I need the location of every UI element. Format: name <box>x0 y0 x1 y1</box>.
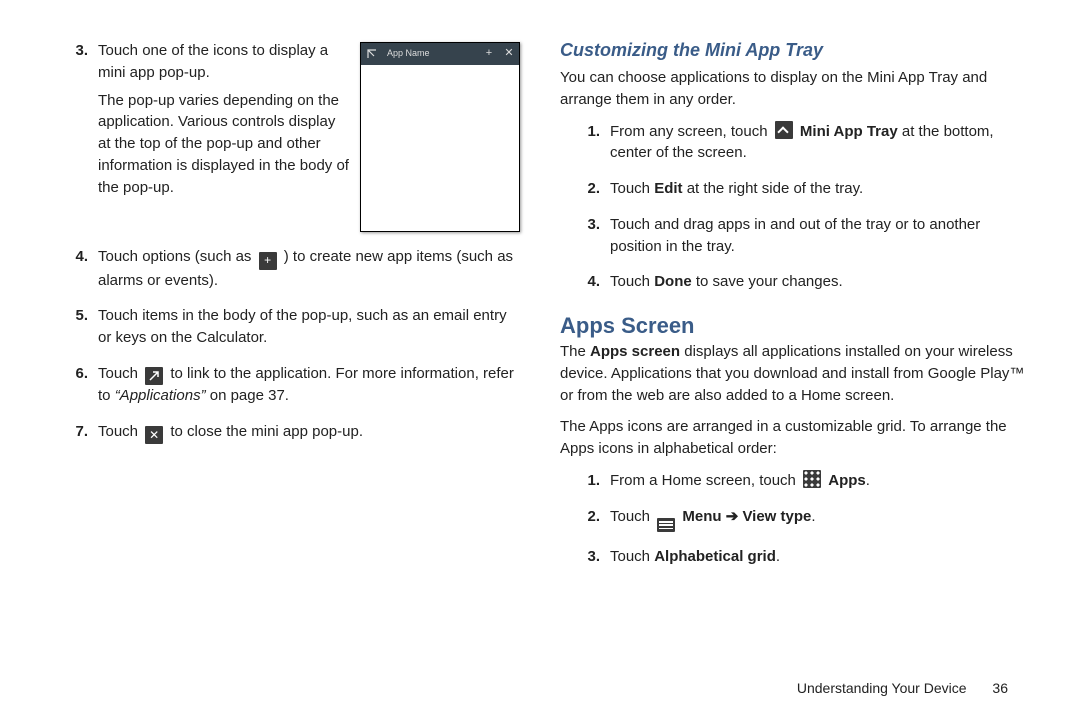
page: 3. App Name + ✕ Touch one of th <box>0 0 1080 720</box>
bold-text: Apps <box>828 472 866 489</box>
close-icon: ✕ <box>145 426 163 444</box>
apps-step-2: 2. Touch Menu ➔ View type. <box>560 506 1032 539</box>
text: at the right side of the tray. <box>687 180 863 197</box>
subheading-customizing: Customizing the Mini App Tray <box>560 40 1032 61</box>
text: From any screen, touch <box>610 123 772 140</box>
footer-section-name: Understanding Your Device <box>797 680 967 696</box>
step-3: 3. App Name + ✕ Touch one of th <box>48 40 520 238</box>
bold-text: Apps screen <box>590 343 680 360</box>
cust-step-4: 4. Touch Done to save your changes. <box>560 271 1032 299</box>
apps-grid-icon <box>803 470 821 488</box>
footer-page-number: 36 <box>992 680 1008 696</box>
cust-step-3-text: Touch and drag apps in and out of the tr… <box>610 214 1032 258</box>
expand-arrow-icon <box>361 43 383 65</box>
apps-step-1-text: From a Home screen, touch Apps. <box>610 470 1032 492</box>
text: . <box>866 472 870 489</box>
chevron-up-icon <box>775 121 793 139</box>
list-marker: 4. <box>560 271 610 299</box>
text: The <box>560 343 590 360</box>
cust-step-1-text: From any screen, touch Mini App Tray at … <box>610 121 1032 165</box>
list-marker: 3. <box>48 40 98 238</box>
right-column: Customizing the Mini App Tray You can ch… <box>540 40 1032 688</box>
cust-step-2: 2. Touch Edit at the right side of the t… <box>560 178 1032 206</box>
list-marker: 2. <box>560 178 610 206</box>
customizing-intro: You can choose applications to display o… <box>560 67 1032 111</box>
plus-icon: + <box>479 43 499 65</box>
text: to close the mini app pop-up. <box>170 423 363 440</box>
apps-screen-p1: The Apps screen displays all application… <box>560 341 1032 406</box>
text: Touch <box>610 548 654 565</box>
step-6-text: Touch to link to the application. For mo… <box>98 363 520 407</box>
cross-reference: “Applications” <box>115 387 206 404</box>
list-marker: 3. <box>560 214 610 264</box>
step-4: 4. Touch options (such as + ) to create … <box>48 246 520 297</box>
bold-text: Edit <box>654 180 682 197</box>
list-marker: 7. <box>48 421 98 451</box>
page-footer: Understanding Your Device 36 <box>797 680 1008 696</box>
text: to save your changes. <box>696 273 843 290</box>
section-heading-apps-screen: Apps Screen <box>560 313 1032 339</box>
popup-title: App Name <box>383 47 479 60</box>
close-icon: ✕ <box>499 43 519 65</box>
apps-step-1: 1. From a Home screen, touch Apps. <box>560 470 1032 498</box>
bold-text: Alphabetical grid <box>654 548 776 565</box>
text: Touch <box>610 273 654 290</box>
mini-app-popup-figure: App Name + ✕ <box>360 42 520 232</box>
list-marker: 1. <box>560 470 610 498</box>
list-marker: 5. <box>48 305 98 355</box>
text: Touch <box>98 423 142 440</box>
menu-lines-icon <box>657 518 675 532</box>
text: Touch <box>610 180 654 197</box>
plus-icon: + <box>259 252 277 270</box>
apps-step-3-text: Touch Alphabetical grid. <box>610 546 1032 568</box>
list-marker: 3. <box>560 546 610 574</box>
list-marker: 2. <box>560 506 610 539</box>
popup-header: App Name + ✕ <box>361 43 519 65</box>
step-7-text: Touch ✕ to close the mini app pop-up. <box>98 421 520 445</box>
bold-text: Mini App Tray <box>800 123 898 140</box>
bold-text: Done <box>654 273 692 290</box>
cust-step-2-text: Touch Edit at the right side of the tray… <box>610 178 1032 200</box>
text: on page 37. <box>210 387 289 404</box>
list-marker: 6. <box>48 363 98 413</box>
text: Touch <box>98 365 142 382</box>
apps-step-3: 3. Touch Alphabetical grid. <box>560 546 1032 574</box>
cust-step-3: 3. Touch and drag apps in and out of the… <box>560 214 1032 264</box>
text: Touch options (such as <box>98 248 256 265</box>
step-6: 6. Touch to link to the application. For… <box>48 363 520 413</box>
step-4-text: Touch options (such as + ) to create new… <box>98 246 520 291</box>
cust-step-1: 1. From any screen, touch Mini App Tray … <box>560 121 1032 171</box>
step-5: 5. Touch items in the body of the pop-up… <box>48 305 520 355</box>
text: . <box>811 508 815 525</box>
apps-screen-p2: The Apps icons are arranged in a customi… <box>560 416 1032 460</box>
list-marker: 4. <box>48 246 98 297</box>
text: . <box>776 548 780 565</box>
text: Touch <box>610 508 654 525</box>
link-arrow-icon <box>145 367 163 385</box>
list-marker: 1. <box>560 121 610 171</box>
text: From a Home screen, touch <box>610 472 800 489</box>
popup-body <box>361 65 519 231</box>
step-5-text: Touch items in the body of the pop-up, s… <box>98 305 520 349</box>
step-7: 7. Touch ✕ to close the mini app pop-up. <box>48 421 520 451</box>
apps-step-2-text: Touch Menu ➔ View type. <box>610 506 1032 533</box>
left-column: 3. App Name + ✕ Touch one of th <box>48 40 540 688</box>
cust-step-4-text: Touch Done to save your changes. <box>610 271 1032 293</box>
bold-text: Menu ➔ View type <box>682 508 811 525</box>
